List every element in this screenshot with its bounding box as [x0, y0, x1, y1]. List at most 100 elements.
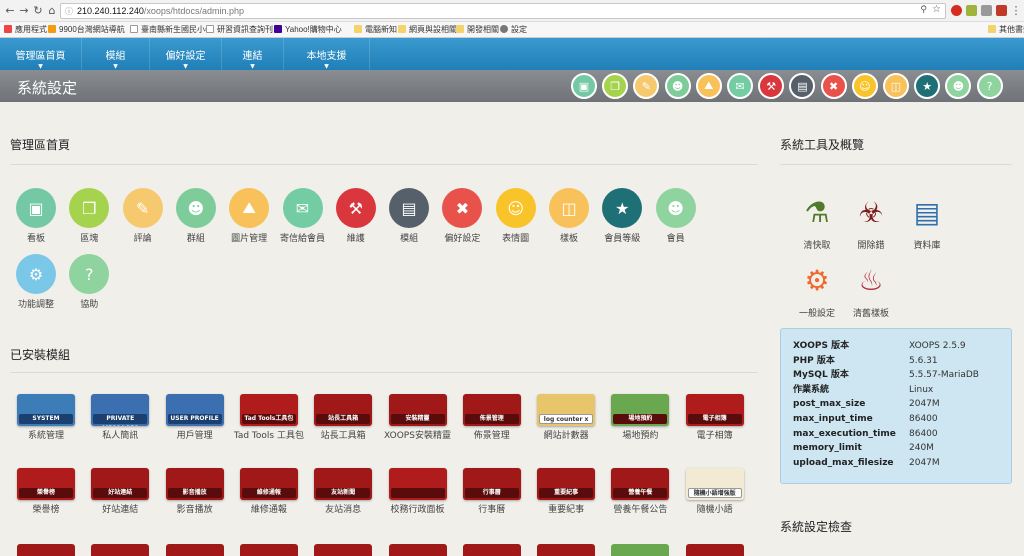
bookmark-item[interactable]: 臺南縣新生國民小學 — [130, 24, 213, 35]
help-icon[interactable]: ? — [976, 73, 1003, 99]
module-banner[interactable] — [537, 544, 596, 556]
admin-tile[interactable]: ✖ 偏好設定 — [436, 188, 488, 245]
home-icon[interactable]: ⌂ — [45, 4, 59, 18]
admin-tile[interactable]: ☺ 表情圖 — [490, 188, 542, 245]
tools-icon[interactable]: ✖ — [820, 73, 847, 99]
module-tile[interactable]: 場地預約 場地預約 — [604, 394, 676, 442]
back-icon[interactable]: ← — [3, 4, 17, 18]
admin-tile[interactable]: ✎ 評論 — [117, 188, 169, 245]
admin-tile[interactable]: ⛰ 圖片管理 — [223, 188, 275, 245]
admin-tile[interactable]: ▣ 看板 — [10, 188, 62, 245]
module-tile[interactable]: 好站連結 好站連結 — [84, 468, 156, 516]
address-bar[interactable]: ⓘ 210.240.112.240/xoops/htdocs/admin.php… — [60, 3, 946, 19]
admin-tile[interactable]: ⚒ 維護 — [330, 188, 382, 245]
image-icon[interactable]: ⛰ — [695, 73, 722, 99]
bookmark-item[interactable]: 網頁與設相關 — [398, 24, 457, 35]
rank-icon: ★ — [602, 188, 643, 228]
module-tile[interactable]: 榮譽榜 榮譽榜 — [10, 468, 82, 516]
system-tool[interactable]: ♨ 清舊樣板 — [840, 258, 902, 320]
admin-tile[interactable]: ☻ 群組 — [170, 188, 222, 245]
nav-links[interactable]: 連結 ▼ — [222, 38, 284, 70]
module-tile[interactable]: 行事曆 行事曆 — [456, 468, 528, 516]
nav-local-support[interactable]: 本地支援 ▼ — [284, 38, 370, 70]
system-tool[interactable]: ☣ 開除錯 — [840, 190, 902, 252]
module-tile[interactable]: 維修通報 維修通報 — [233, 468, 305, 516]
admin-tile[interactable]: ⚙ 功能調整 — [10, 254, 62, 311]
module-banner[interactable] — [685, 544, 744, 556]
admin-tile[interactable]: ◫ 樣板 — [543, 188, 595, 245]
zoom-icon[interactable]: ⚲ — [920, 5, 927, 15]
module-banner[interactable] — [462, 544, 521, 556]
extension-translate-icon[interactable] — [966, 5, 977, 16]
rank-icon[interactable]: ★ — [914, 73, 941, 99]
system-tool[interactable]: ▤ 資料庫 — [896, 190, 958, 252]
bookmark-item[interactable]: Yahoo!購物中心 — [274, 24, 342, 35]
bookmark-other[interactable]: 其他書籤 — [988, 24, 1024, 35]
bookmark-item[interactable]: 設定 — [500, 24, 527, 35]
module-tile[interactable]: 友站新聞 友站消息 — [307, 468, 379, 516]
forward-icon[interactable]: → — [17, 4, 31, 18]
cubes-icon[interactable]: ❐ — [602, 73, 629, 99]
module-tile[interactable]: 重要紀事 重要紀事 — [530, 468, 602, 516]
module-tile[interactable]: USER PROFILE 用戶管理 — [159, 394, 231, 442]
broom-icon[interactable]: ⚒ — [758, 73, 785, 99]
admin-tile[interactable]: ☻ 會員 — [650, 188, 702, 245]
extension-opera-icon[interactable] — [951, 5, 962, 16]
group-icon[interactable]: ☻ — [664, 73, 691, 99]
monitor-icon[interactable]: ▣ — [571, 73, 597, 99]
module-tile[interactable]: 站長工具箱 站長工具箱 — [307, 394, 379, 442]
module-tile[interactable]: 影音播放 影音播放 — [159, 468, 231, 516]
nav-admin-home[interactable]: 管理區首頁 ▼ — [0, 38, 82, 70]
bookmark-item[interactable]: 開發相關 — [456, 24, 499, 35]
template-icon[interactable]: ◫ — [883, 73, 909, 99]
module-tile[interactable]: 隨機小語增強版 隨機小語 — [679, 468, 751, 516]
extension-pdf-icon[interactable] — [996, 5, 1007, 16]
extension-gray-icon[interactable] — [981, 5, 992, 16]
menu-icon[interactable]: ⋮ — [1009, 4, 1023, 18]
admin-tile[interactable]: ▤ 模組 — [383, 188, 435, 245]
module-banner[interactable] — [239, 544, 298, 556]
module-tile[interactable]: 佈景管理 佈景管理 — [456, 394, 528, 442]
module-tile[interactable]: SYSTEM 系統管理 — [10, 394, 82, 442]
module-banner[interactable] — [17, 544, 75, 556]
system-tool[interactable]: ⚗ 清快取 — [786, 190, 848, 252]
module-banner[interactable] — [314, 544, 373, 556]
smiley-icon[interactable]: ☺ — [851, 73, 878, 99]
system-tool[interactable]: ⚙ 一般設定 — [786, 258, 848, 320]
users-icon[interactable]: ☻ — [945, 73, 972, 99]
module-tile[interactable]: 校務行政面板 — [382, 468, 454, 516]
admin-tile[interactable]: ✉ 寄信給會員 — [277, 188, 329, 245]
bookmark-item[interactable]: 電腦新知 — [354, 24, 397, 35]
bookmark-item[interactable]: 研習資訊查詢刊 — [206, 24, 273, 35]
mail-icon[interactable]: ✉ — [727, 73, 753, 99]
nav-modules[interactable]: 模組 ▼ — [82, 38, 150, 70]
module-tile[interactable]: log counter x 網站計數器 — [530, 394, 602, 442]
module-tile[interactable]: 營養午餐 營養午餐公告 — [604, 468, 676, 516]
reload-icon[interactable]: ↻ — [31, 4, 45, 18]
bookmark-item[interactable]: 9900台灣網站導航 — [48, 24, 125, 35]
module-banner-tag: PRIVATE MESSAGES — [93, 414, 148, 426]
module-banner: log counter x — [537, 394, 596, 426]
admin-tile[interactable]: ❐ 區塊 — [63, 188, 115, 245]
system-tools-heading: 系統工具及概覽 — [780, 138, 865, 152]
module-banner[interactable] — [611, 544, 670, 556]
module-banner[interactable] — [165, 544, 224, 556]
module-tile[interactable]: 安裝精靈 XOOPS安裝精靈 — [382, 394, 454, 442]
bookmark-apps[interactable]: 應用程式 — [4, 24, 47, 35]
module-banner[interactable] — [388, 544, 447, 556]
comment-icon[interactable]: ✎ — [633, 73, 660, 99]
module-tile[interactable]: 電子相簿 電子相簿 — [679, 394, 751, 442]
module-tile[interactable]: PRIVATE MESSAGES 私人簡訊 — [84, 394, 156, 442]
star-icon[interactable]: ☆ — [932, 4, 941, 15]
admin-tile[interactable]: ★ 會員等級 — [596, 188, 648, 245]
module-banner-tag: USER PROFILE — [167, 414, 222, 424]
module-banner: USER PROFILE — [165, 394, 224, 426]
admin-tile-label: 模組 — [400, 234, 419, 244]
admin-tile[interactable]: ? 協助 — [63, 254, 115, 311]
module-banner-tag: 行事曆 — [464, 488, 519, 498]
database-icon[interactable]: ▤ — [789, 73, 816, 99]
module-banner[interactable] — [91, 544, 150, 556]
nav-preferences[interactable]: 偏好設定 ▼ — [150, 38, 222, 70]
page-info-icon[interactable]: ⓘ — [65, 6, 73, 17]
module-tile[interactable]: Tad Tools工具包 Tad Tools 工具包 — [233, 394, 305, 442]
